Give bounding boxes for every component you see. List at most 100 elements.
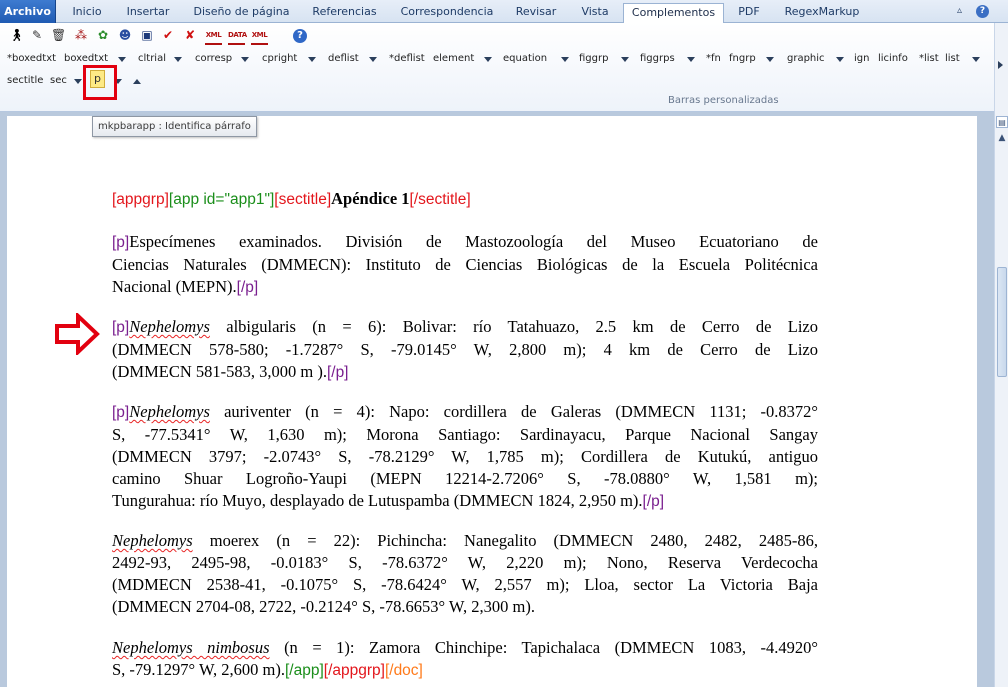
tag-p-close: [/p]: [236, 279, 259, 296]
tab-revisar[interactable]: Revisar: [506, 3, 566, 23]
toolbar-item[interactable]: ign: [854, 52, 869, 66]
tab-regexmarkup[interactable]: RegexMarkup: [774, 3, 870, 23]
tab-insertar[interactable]: Insertar: [116, 3, 180, 23]
person-icon[interactable]: 🚶︎: [9, 28, 24, 43]
tag-sectitle-close: [/sectitle]: [409, 191, 471, 208]
text-line: (DMMECN 578-580; -1.7287° S, -79.0145° W…: [112, 340, 818, 359]
pen-icon[interactable]: ✎: [30, 28, 44, 43]
group-label: Barras personalizadas: [668, 95, 779, 106]
toolbar-item[interactable]: sectitle: [7, 74, 43, 88]
toolbar-item[interactable]: licinfo: [878, 52, 908, 66]
tag-p: [p]: [112, 234, 130, 251]
paragraph-4: Nephelomys moerex (n = 22): Pichincha: N…: [112, 530, 818, 618]
trash-icon[interactable]: 🗑︎: [51, 28, 66, 43]
ribbon-scroll[interactable]: [994, 23, 1008, 112]
minimize-ribbon-icon[interactable]: ▵: [957, 5, 962, 17]
tab-vista[interactable]: Vista: [569, 3, 621, 23]
help-icon[interactable]: ?: [976, 5, 989, 18]
toolbar-item[interactable]: *fn: [706, 52, 721, 66]
text-line: auriventer (n = 4): Napo: cordillera de …: [209, 402, 818, 421]
tag-sectitle: [sectitle]: [274, 191, 332, 208]
chevron-down-icon[interactable]: [118, 57, 126, 62]
toolbar-item[interactable]: *boxedtxt: [7, 52, 56, 66]
text-line: Especímenes examinados. División de Mast…: [129, 232, 818, 251]
chevron-down-icon[interactable]: [766, 57, 774, 62]
tag-p-close: [/p]: [642, 493, 665, 510]
toolbar-item[interactable]: fngrp: [729, 52, 756, 66]
chevron-down-icon[interactable]: [621, 57, 629, 62]
tab-referencias[interactable]: Referencias: [302, 3, 387, 23]
text-line: (DMMECN 2704-08, 2722, -0.2124° S, -78.6…: [112, 597, 535, 616]
toolbar-item[interactable]: figgrps: [640, 52, 675, 66]
chevron-down-icon[interactable]: [308, 57, 316, 62]
ribbon-tab-bar: Archivo Inicio Insertar Diseño de página…: [0, 0, 1008, 24]
toolbar-item[interactable]: deflist: [328, 52, 359, 66]
tag-doc-close: [/doc]: [384, 662, 423, 679]
tab-pdf[interactable]: PDF: [728, 3, 770, 23]
tab-correspondencia[interactable]: Correspondencia: [391, 3, 503, 23]
pointer-arrow-icon: [55, 313, 100, 355]
text-line: (MDMECN 2538-41, -0.1075° S, -78.6424° W…: [112, 575, 818, 594]
help-circle-icon[interactable]: ?: [293, 29, 307, 43]
chevron-down-icon[interactable]: [972, 57, 980, 62]
xml-data-icon[interactable]: DATA: [228, 30, 247, 45]
chevron-down-icon[interactable]: [687, 57, 695, 62]
text-line: (DMMECN 581-583, 3,000 m ).: [112, 362, 327, 381]
toolbar-item[interactable]: figgrp: [579, 52, 608, 66]
toolbar-item[interactable]: graphic: [787, 52, 825, 66]
text-line: albigularis (n = 6): Bolivar: río Tatahu…: [209, 317, 818, 336]
toolbar-item[interactable]: *list: [919, 52, 939, 66]
tooltip: mkpbarapp : Identifica párrafo: [92, 116, 257, 137]
colorwheel-icon[interactable]: ✿: [96, 28, 110, 43]
group-icon[interactable]: ⁂: [74, 28, 88, 43]
genus-name: Nephelomys: [112, 531, 193, 550]
xml-icon[interactable]: XML: [205, 30, 222, 45]
genus-name: Nephelomys nimbosus: [112, 638, 270, 657]
tag-p-close: [/p]: [326, 364, 349, 381]
tab-diseno-de-pagina[interactable]: Diseño de página: [184, 3, 299, 23]
text-line: Nacional (MEPN).: [112, 277, 237, 296]
chevron-down-icon[interactable]: [561, 57, 569, 62]
toolbar-item[interactable]: *deflist: [389, 52, 425, 66]
chevron-down-icon[interactable]: [484, 57, 492, 62]
toolbar-item[interactable]: element: [433, 52, 474, 66]
text-line: Tungurahua: río Muyo, desplayado de Lutu…: [112, 491, 643, 510]
text-line: S, -79.1297° W, 2,600 m).: [112, 660, 285, 679]
chevron-down-icon[interactable]: [836, 57, 844, 62]
toolbar-item[interactable]: corresp: [195, 52, 232, 66]
robot-icon[interactable]: ☻: [118, 28, 132, 43]
text-line: 2492-93, 2495-98, -0.0183° S, -78.6372° …: [112, 553, 818, 572]
vertical-scrollbar[interactable]: ▤ ▲: [994, 112, 1008, 687]
genus-name: Nephelomys: [129, 402, 210, 421]
tag-appgrp: [appgrp]: [112, 191, 169, 208]
text-line: (n = 1): Zamora Chinchipe: Tapichalaca (…: [269, 638, 818, 657]
chevron-down-icon[interactable]: [241, 57, 249, 62]
tab-archivo[interactable]: Archivo: [0, 0, 56, 23]
close-x-icon[interactable]: ✘: [183, 28, 197, 43]
xml-file-icon[interactable]: XML: [251, 30, 268, 45]
paragraph-5: Nephelomys nimbosus (n = 1): Zamora Chin…: [112, 637, 818, 682]
save-icon[interactable]: ▣: [140, 28, 154, 43]
ribbon-panel: 🚶︎ ✎ 🗑︎ ⁂ ✿ ☻ ▣ ✔ ✘ XML DATA XML ? *boxe…: [0, 23, 994, 112]
toolbar-item[interactable]: boxedtxt: [64, 52, 108, 66]
chevron-down-icon[interactable]: [174, 57, 182, 62]
chevron-down-icon[interactable]: [369, 57, 377, 62]
scroll-up-icon[interactable]: ▲: [996, 132, 1008, 144]
paragraph-1: [p]Especímenes examinados. División de M…: [112, 231, 818, 299]
chevron-right-icon[interactable]: [998, 61, 1003, 69]
toolbar-item[interactable]: sec: [50, 74, 67, 88]
appendix-title: [appgrp][app id="app1"][sectitle]Apéndic…: [112, 188, 818, 211]
checkmark-icon[interactable]: ✔: [161, 28, 175, 43]
toolbar-item[interactable]: cpright: [262, 52, 297, 66]
ruler-toggle-icon[interactable]: ▤: [996, 116, 1008, 128]
paragraph-3: [p]Nephelomys auriventer (n = 4): Napo: …: [112, 401, 818, 513]
scroll-thumb[interactable]: [997, 267, 1007, 377]
toolbar-item[interactable]: cltrial: [138, 52, 166, 66]
tab-complementos[interactable]: Complementos: [623, 3, 724, 24]
toolbar-item[interactable]: list: [945, 52, 960, 66]
toolbar-item[interactable]: equation: [503, 52, 547, 66]
chevron-up-icon[interactable]: [133, 79, 141, 84]
chevron-down-icon[interactable]: [74, 79, 82, 84]
text-line: (DMMECN 3797; -2.0743° S, -78.2129° W, 1…: [112, 447, 818, 466]
tab-inicio[interactable]: Inicio: [60, 3, 114, 23]
